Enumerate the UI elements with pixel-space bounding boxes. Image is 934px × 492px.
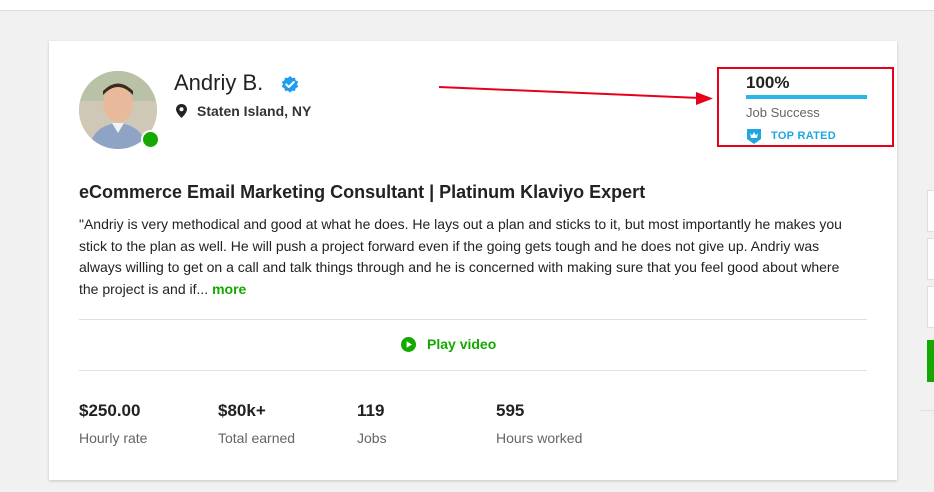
right-panel-input[interactable]	[927, 238, 934, 280]
right-panel-input[interactable]	[927, 190, 934, 232]
divider	[921, 410, 934, 411]
right-panel-button[interactable]	[927, 340, 934, 382]
right-panel-input[interactable]	[927, 286, 934, 328]
annotation-arrow	[438, 86, 713, 105]
